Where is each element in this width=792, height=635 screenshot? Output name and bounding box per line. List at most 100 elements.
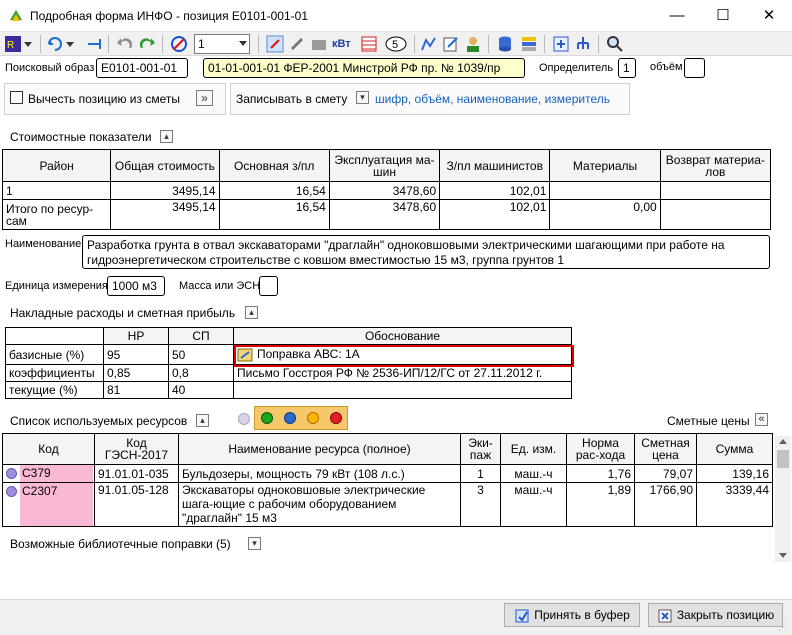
table-row[interactable]: коэффициенты 0,85 0,8 Письмо Госстроя РФ… (5, 364, 572, 382)
close-position-icon (658, 609, 672, 623)
scroll-up-icon[interactable] (779, 439, 787, 444)
resource-cell: 3 (460, 482, 501, 527)
table-row[interactable]: текущие (%) 81 40 (5, 381, 572, 399)
maximize-button[interactable]: ☐ (700, 0, 746, 32)
main-panel: Поисковый образ Е0101-001-01 01-01-001-0… (0, 56, 792, 599)
resources-section-title: Список используемых ресурсов (10, 414, 188, 428)
bottom-bar: Принять в буфер Закрыть позицию ⋰ (0, 599, 792, 635)
name-field[interactable]: Разработка грунта в отвал экскаваторами … (82, 235, 770, 269)
exclude-expand-button[interactable]: » (196, 90, 213, 106)
mass-field[interactable] (259, 276, 278, 296)
library-expand-icon[interactable]: ▾ (248, 537, 261, 550)
format-icon[interactable]: R (4, 35, 22, 53)
marker-icon[interactable] (266, 35, 284, 53)
no-rocket-icon[interactable] (170, 35, 188, 53)
filter-off-icon[interactable] (238, 413, 250, 425)
table-icon[interactable] (360, 35, 378, 53)
title-bar: Подробная форма ИНФО - позиция Е0101-001… (0, 0, 792, 32)
overhead-header (5, 327, 104, 345)
close-position-label: Закрыть позицию (676, 608, 775, 622)
undo-icon[interactable] (116, 35, 134, 53)
refresh-dropdown-icon[interactable] (66, 35, 76, 53)
edit-icon[interactable] (442, 35, 460, 53)
table-row[interactable]: С2307 91.01.05-128 Экскаваторы одноковшо… (2, 482, 773, 527)
highlight-box (234, 345, 574, 367)
volume-field[interactable] (684, 58, 705, 78)
redo-icon[interactable] (138, 35, 156, 53)
write-value-link[interactable]: шифр, объём, наименование, измеритель (375, 92, 610, 106)
cost-cell: 0,00 (549, 199, 661, 230)
prices-collapse-button[interactable]: « (755, 413, 768, 426)
cost-collapse-icon[interactable]: ▴ (160, 130, 173, 143)
format-dropdown-icon[interactable] (24, 35, 34, 53)
cost-header: Материалы (549, 149, 661, 182)
level-combo[interactable]: 1 (194, 34, 250, 54)
exclude-checkbox[interactable] (10, 91, 23, 104)
overhead-cell: 95 (103, 344, 169, 365)
five-icon[interactable]: 5 (384, 35, 408, 53)
resource-cell: 1,89 (566, 482, 635, 527)
resource-cell: 1766,90 (634, 482, 697, 527)
cost-cell (659, 199, 772, 230)
app-icon (10, 10, 22, 21)
table-row[interactable]: С379 91.01.01-035 Бульдозеры, мощность 7… (2, 464, 773, 483)
cost-section-title: Стоимостные показатели (10, 130, 152, 144)
cost-cell: Итого по ресур-сам (1, 199, 112, 230)
table-row[interactable]: 1 3495,14 16,54 3478,60 102,01 (1, 181, 772, 200)
minimize-button[interactable]: — (654, 0, 700, 32)
exclude-label: Вычесть позицию из сметы (28, 92, 180, 106)
comment-icon[interactable] (288, 35, 306, 53)
cost-cell: 16,54 (218, 181, 330, 200)
overhead-collapse-icon[interactable]: ▴ (245, 306, 258, 319)
cost-header: З/пл машинистов (439, 149, 551, 182)
blue-filter-icon[interactable] (284, 412, 296, 424)
refresh-icon[interactable] (46, 35, 64, 53)
overhead-cell: 81 (103, 381, 169, 399)
unit-field[interactable]: 1000 м3 (107, 276, 165, 296)
chart-icon[interactable] (420, 35, 438, 53)
resource-cell: маш.-ч (500, 482, 567, 527)
stack-icon[interactable] (520, 35, 538, 53)
search-code-field[interactable]: Е0101-001-01 (96, 58, 188, 78)
tree-icon[interactable] (574, 35, 592, 53)
cost-cell: 3478,60 (328, 181, 441, 200)
scroll-down-icon[interactable] (779, 553, 787, 558)
norm-doc-field[interactable]: 01-01-001-01 ФЕР-2001 Минстрой РФ пр. № … (203, 58, 525, 78)
resource-header: Эки-паж (460, 433, 501, 465)
expand-icon[interactable] (552, 35, 570, 53)
zoom-icon[interactable] (606, 35, 624, 53)
resource-header: Код ГЭСН-2017 (94, 433, 179, 465)
overhead-cell: коэффициенты (5, 364, 104, 382)
scroll-thumb[interactable] (777, 450, 789, 468)
orange-filter-icon[interactable] (307, 412, 319, 424)
vertical-scrollbar[interactable] (775, 436, 791, 562)
write-dropdown-icon[interactable]: ▾ (356, 91, 369, 104)
kwt-icon[interactable]: кВт (332, 35, 356, 53)
resource-header: Код (2, 433, 95, 465)
overhead-cell: 50 (168, 344, 234, 365)
overhead-cell: 0,85 (103, 364, 169, 382)
overhead-section-title: Накладные расходы и сметная прибыль (10, 306, 236, 320)
close-button[interactable]: ✕ (746, 0, 792, 32)
resize-grip-icon[interactable]: ⋰ (778, 622, 790, 634)
red-filter-icon[interactable] (330, 412, 342, 424)
determinant-field[interactable]: 1 (618, 58, 636, 78)
overhead-header: НР (103, 327, 169, 345)
status-dot-icon (6, 486, 17, 497)
accept-button[interactable]: Принять в буфер (504, 603, 640, 627)
resources-collapse-icon[interactable]: ▴ (196, 414, 209, 427)
table-row[interactable]: Итого по ресур-сам 3495,14 16,54 3478,60… (1, 199, 772, 230)
svg-text:R: R (7, 40, 14, 51)
pin-icon[interactable] (86, 35, 104, 53)
resource-cell: 91.01.01-035 (94, 464, 179, 483)
cost-cell: 16,54 (218, 199, 330, 230)
close-position-button[interactable]: Закрыть позицию (648, 603, 783, 627)
user-icon[interactable] (464, 35, 482, 53)
green-filter-icon[interactable] (261, 412, 273, 424)
prices-label: Сметные цены (667, 414, 750, 428)
folder-icon[interactable] (310, 35, 328, 53)
database-icon[interactable] (496, 35, 514, 53)
determinant-label: Определитель (539, 62, 614, 74)
resource-cell: 1 (460, 464, 501, 483)
resources-table: Код Код ГЭСН-2017 Наименование ресурса (… (2, 433, 773, 527)
